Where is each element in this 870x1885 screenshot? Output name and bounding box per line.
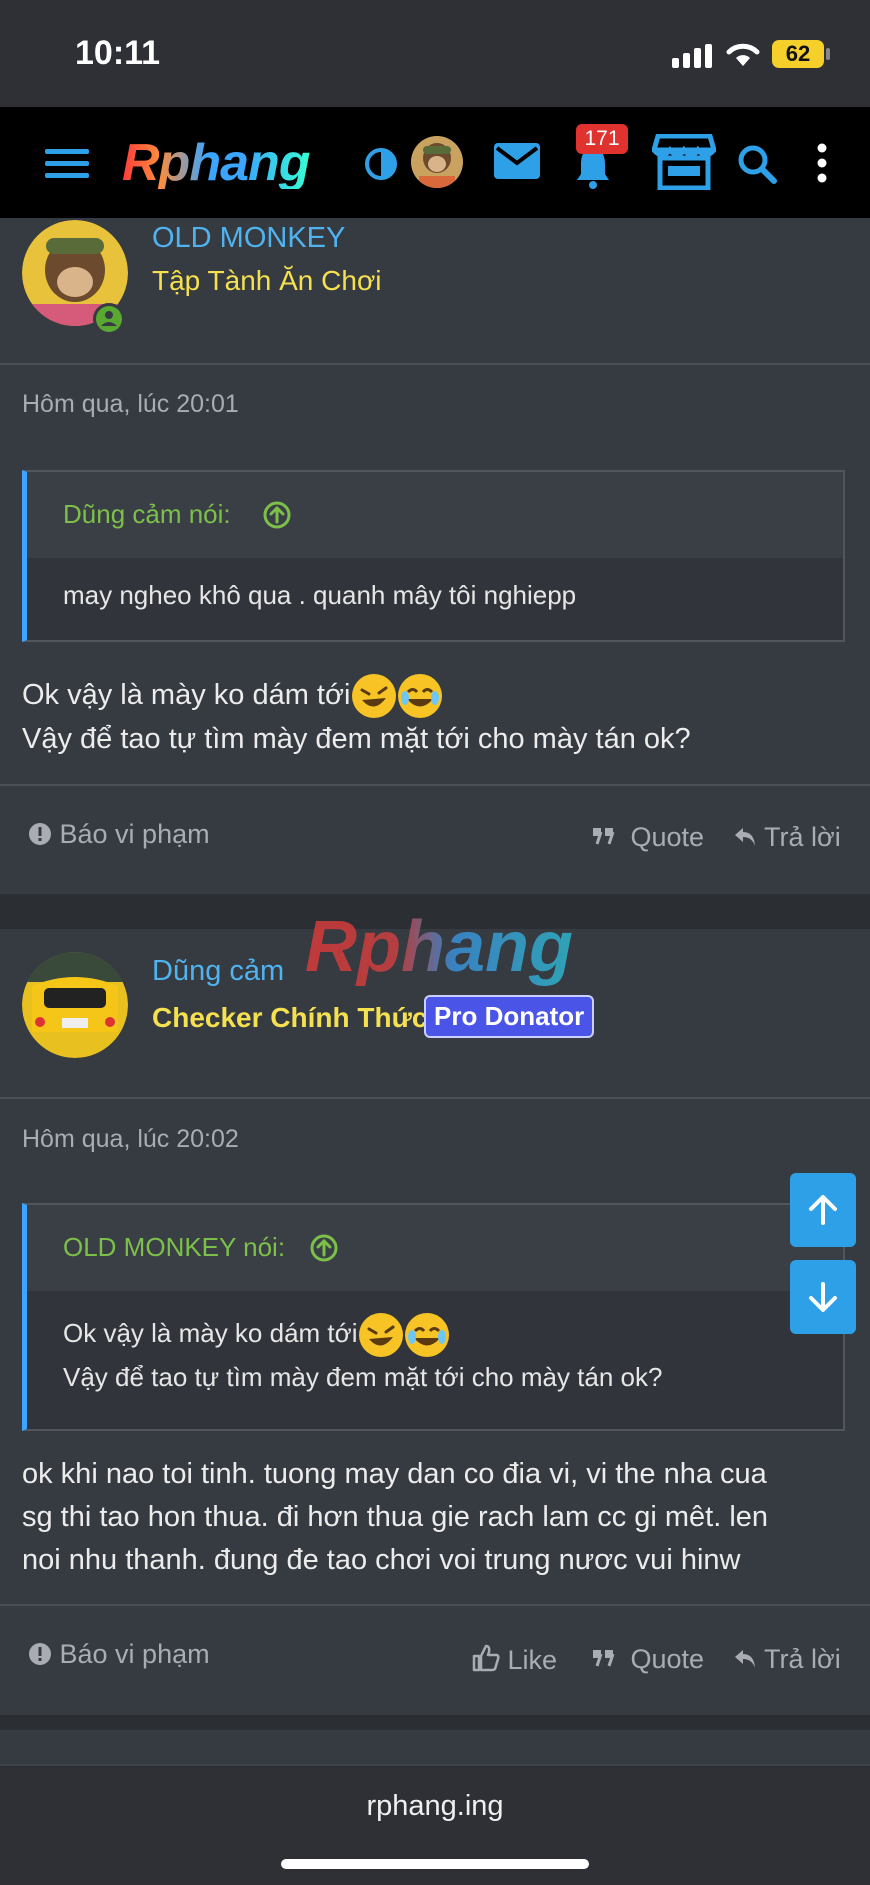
- poster-title: Tập Tành Ăn Chơi: [152, 265, 382, 296]
- post: Dũng cảm Checker Chính Thức Pro Donator …: [0, 929, 870, 1715]
- message-line: Ok vậy là mày ko dám tới: [22, 679, 351, 711]
- battery-tip: [826, 48, 830, 60]
- browser-address-bar: rphang.ing: [0, 1764, 870, 1885]
- post-footer: Báo vi phạm Quote Trả lời: [0, 784, 870, 896]
- quote-block: Dũng cảm nói: may ngheo khô qua . quanh …: [22, 470, 845, 642]
- reply-button[interactable]: Trả lời: [733, 1644, 841, 1675]
- more-options-icon[interactable]: [816, 143, 828, 183]
- quote-header[interactable]: Dũng cảm nói:: [27, 472, 843, 558]
- url-text[interactable]: rphang.ing: [0, 1790, 870, 1823]
- quote-author: Dũng cảm nói:: [63, 499, 231, 529]
- site-watermark-logo: Rphang: [305, 907, 573, 987]
- like-button[interactable]: Like: [472, 1644, 557, 1676]
- poster-username[interactable]: OLD MONKEY: [152, 222, 345, 255]
- cellular-signal-icon: [672, 44, 712, 68]
- thumbs-up-icon: [472, 1644, 500, 1672]
- quote-button[interactable]: Quote: [593, 822, 704, 853]
- report-button[interactable]: Báo vi phạm: [28, 819, 210, 850]
- like-label: Like: [507, 1645, 558, 1675]
- pro-donator-badge: Pro Donator: [424, 995, 595, 1038]
- reply-label: Trả lời: [764, 822, 841, 852]
- report-button[interactable]: Báo vi phạm: [28, 1639, 210, 1670]
- quote-line: Ok vậy là mày ko dám tới: [63, 1318, 358, 1348]
- store-icon[interactable]: [652, 134, 716, 190]
- search-icon[interactable]: [737, 144, 777, 184]
- report-label: Báo vi phạm: [59, 819, 210, 849]
- site-logo[interactable]: Rphang: [122, 137, 311, 189]
- post-message: ok khi nao toi tinh. tuong may dan co đi…: [22, 1453, 768, 1582]
- post-header: OLD MONKEY Tập Tành Ăn Chơi: [0, 218, 870, 365]
- reply-button[interactable]: Trả lời: [733, 822, 841, 853]
- quote-button[interactable]: Quote: [593, 1644, 704, 1675]
- post-timestamp[interactable]: Hôm qua, lúc 20:02: [22, 1125, 239, 1154]
- hamburger-menu-icon[interactable]: [45, 147, 89, 179]
- message-line: ok khi nao toi tinh. tuong may dan co đi…: [22, 1458, 767, 1490]
- reply-icon: [735, 828, 755, 846]
- reply-icon: [735, 1650, 755, 1668]
- quote-line: Vậy để tao tự tìm mày đem mặt tới cho mà…: [63, 1362, 663, 1393]
- poster-username[interactable]: Dũng cảm: [152, 955, 284, 988]
- quote-text: may ngheo khô qua . quanh mây tôi nghiep…: [63, 580, 577, 610]
- arrow-down-icon: [809, 1282, 837, 1312]
- report-label: Báo vi phạm: [59, 1639, 210, 1669]
- top-navbar: Rphang 171: [0, 107, 870, 218]
- joy-emoji-icon: [398, 674, 443, 719]
- quote-author: OLD MONKEY nói:: [63, 1232, 286, 1262]
- post-timestamp[interactable]: Hôm qua, lúc 20:01: [22, 390, 239, 419]
- post-message: Ok vậy là mày ko dám tới Vậy để tao tự t…: [22, 674, 691, 761]
- quote-header[interactable]: OLD MONKEY nói:: [27, 1205, 843, 1291]
- messages-icon[interactable]: [494, 143, 540, 179]
- online-status-icon: [93, 303, 125, 335]
- message-line: Vậy để tao tự tìm mày đem mặt tới cho mà…: [22, 723, 691, 756]
- battery-indicator: 62: [772, 40, 824, 68]
- jump-to-quote-icon[interactable]: [262, 500, 292, 530]
- rofl-emoji-icon: [359, 1313, 404, 1358]
- user-avatar[interactable]: [411, 136, 463, 188]
- rofl-emoji-icon: [352, 674, 397, 719]
- poster-title: Checker Chính Thức: [152, 1002, 428, 1033]
- quote-content: may ngheo khô qua . quanh mây tôi nghiep…: [27, 558, 843, 640]
- poster-avatar[interactable]: [22, 952, 128, 1058]
- joy-emoji-icon: [405, 1313, 450, 1358]
- home-indicator[interactable]: [281, 1859, 589, 1869]
- next-post-peek: [0, 1730, 870, 1764]
- quote-label: Quote: [630, 1644, 705, 1674]
- arrow-up-icon: [809, 1195, 837, 1225]
- status-bar: 10:11 62: [0, 0, 870, 107]
- theme-toggle-icon[interactable]: [364, 147, 398, 181]
- status-time: 10:11: [75, 34, 161, 72]
- quote-block: OLD MONKEY nói: Ok vậy là mày ko dám tới…: [22, 1203, 845, 1431]
- scroll-to-bottom-button[interactable]: [790, 1260, 856, 1334]
- scroll-to-top-button[interactable]: [790, 1173, 856, 1247]
- message-line: sg thi tao hon thua. đi hơn thua gie rac…: [22, 1501, 769, 1533]
- quote-icon: [593, 1650, 615, 1667]
- post-footer: Báo vi phạm Like Quote Trả lời: [0, 1604, 870, 1717]
- post: OLD MONKEY Tập Tành Ăn Chơi Hôm qua, lúc…: [0, 218, 870, 894]
- quote-icon: [593, 828, 615, 845]
- notification-count-badge: 171: [576, 124, 628, 154]
- wifi-icon: [726, 43, 760, 66]
- reply-label: Trả lời: [764, 1644, 841, 1674]
- quote-content: Ok vậy là mày ko dám tới Vậy để tao tự t…: [27, 1291, 843, 1429]
- report-icon: [29, 823, 51, 845]
- report-icon: [29, 1643, 51, 1665]
- message-line: noi nhu thanh. đung đe tao chơi voi trun…: [22, 1544, 741, 1576]
- quote-label: Quote: [630, 822, 705, 852]
- jump-to-quote-icon[interactable]: [309, 1233, 339, 1263]
